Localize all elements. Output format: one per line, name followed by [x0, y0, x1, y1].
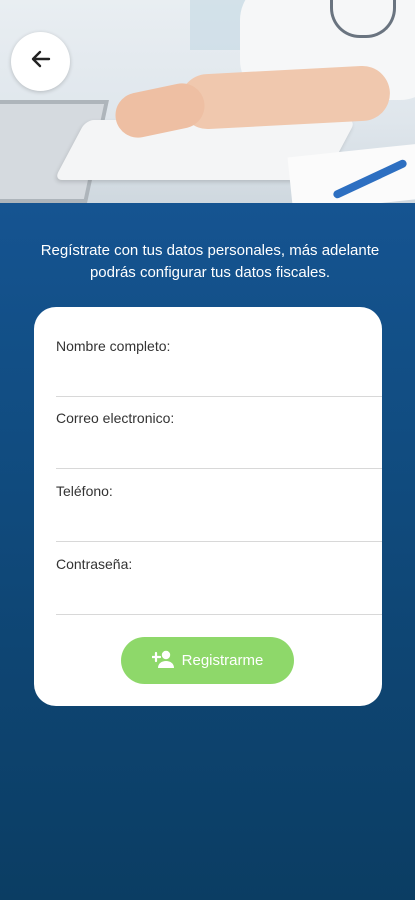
divider — [56, 468, 382, 469]
phone-field: Teléfono: — [34, 470, 382, 542]
email-input[interactable] — [56, 433, 380, 455]
add-person-icon — [150, 649, 176, 673]
email-field: Correo electronico: — [34, 397, 382, 469]
full-name-input[interactable] — [56, 361, 380, 383]
back-button[interactable] — [11, 32, 70, 91]
arrow-left-icon — [29, 47, 53, 76]
phone-label: Teléfono: — [56, 483, 113, 499]
hero-image — [0, 0, 415, 203]
password-input[interactable] — [56, 579, 380, 601]
full-name-label: Nombre completo: — [56, 338, 171, 354]
divider — [56, 541, 382, 542]
full-name-field: Nombre completo: — [34, 325, 382, 397]
divider — [56, 614, 382, 615]
email-label: Correo electronico: — [56, 410, 175, 426]
registration-form: Nombre completo: Correo electronico: Tel… — [34, 307, 382, 706]
register-button[interactable]: Registrarme — [121, 637, 294, 684]
password-label: Contraseña: — [56, 556, 133, 572]
password-field: Contraseña: — [34, 543, 382, 615]
register-button-label: Registrarme — [181, 652, 264, 669]
phone-input[interactable] — [56, 506, 380, 528]
intro-text: Regístrate con tus datos personales, más… — [40, 242, 380, 281]
